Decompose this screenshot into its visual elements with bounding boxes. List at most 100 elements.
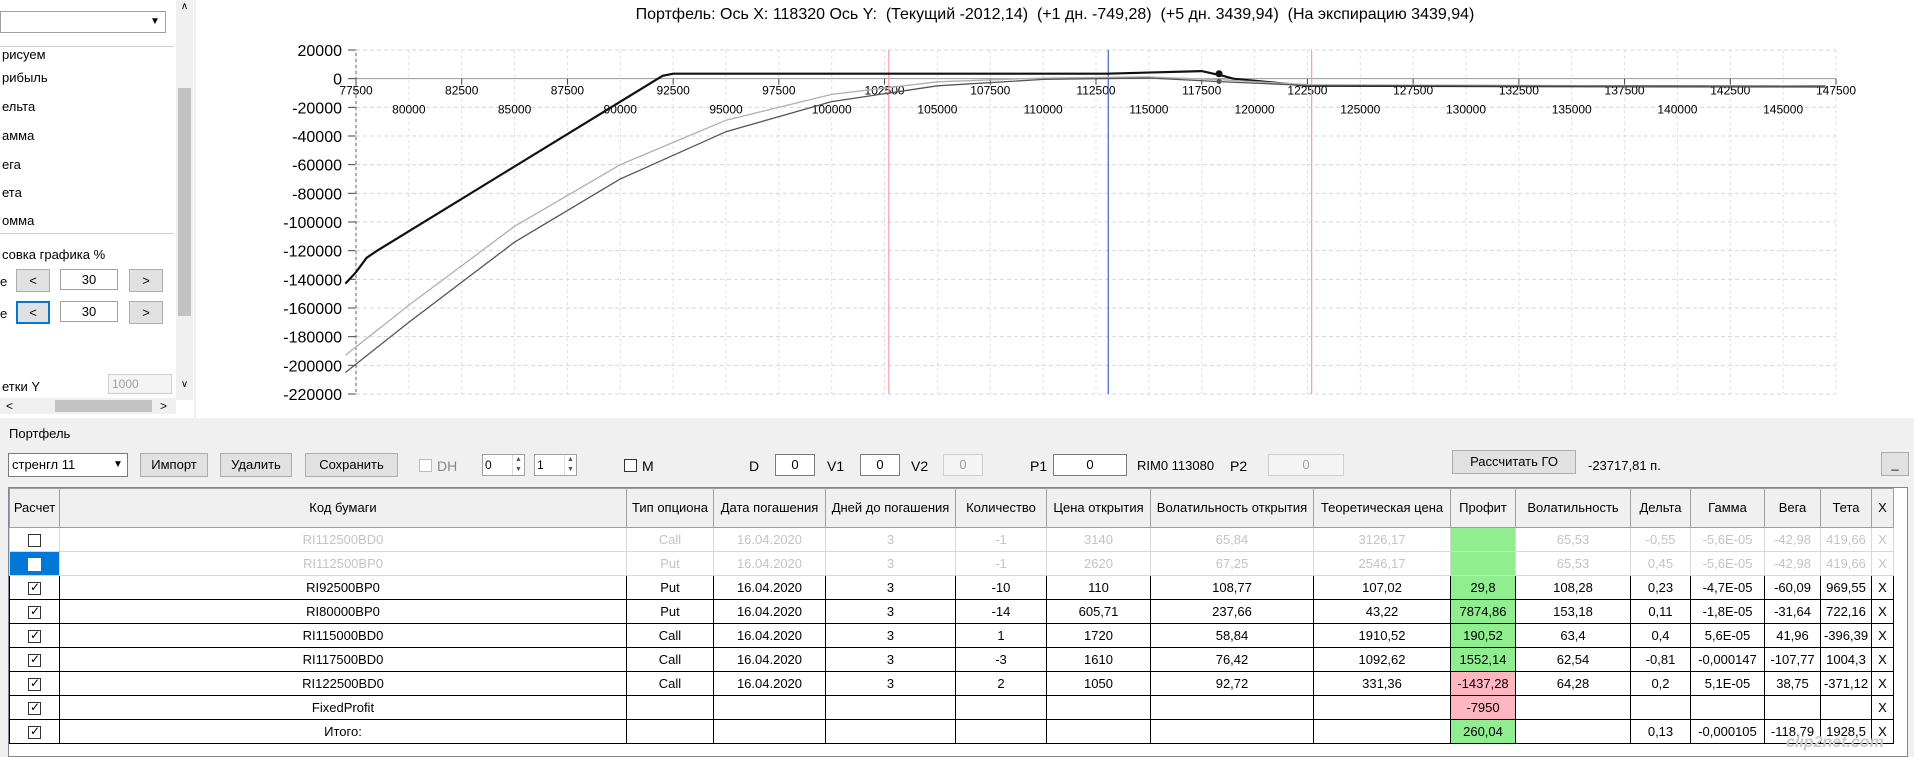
header-price[interactable]: Цена открытия [1046,488,1151,528]
table-row[interactable]: RI112500BP0 Put 16.04.2020 3 -1 2620 67,25 2546… [9,551,1894,576]
v2-label: V2 [911,458,929,474]
cell-calc[interactable] [9,623,60,648]
hscroll-thumb[interactable] [55,400,152,412]
table-row[interactable]: RI115000BD0Call16.04.202031172058,841910… [9,623,1894,648]
cell-remove[interactable]: X [1871,695,1894,720]
scale-row2-value[interactable]: 30 [60,301,118,322]
calc-checkbox[interactable] [28,580,41,596]
calc-checkbox[interactable] [28,724,41,740]
v2-input[interactable]: 0 [943,454,983,476]
cell-calc[interactable] [9,551,60,576]
cell-remove[interactable]: X [1871,671,1894,696]
chart-canvas[interactable]: 200000-20000-40000-60000-80000-100000-12… [196,0,1914,418]
import-button[interactable]: Импорт [140,453,208,477]
table-row[interactable]: RI80000BP0Put16.04.20203-14605,71237,664… [9,599,1894,624]
cell-calc[interactable] [9,671,60,696]
v1-input[interactable]: 0 [860,454,900,476]
series-item-draw[interactable]: рисуем [2,47,46,62]
cell-delta: 0,2 [1630,671,1691,696]
delete-button[interactable]: Удалить [220,453,292,477]
scroll-left-icon[interactable]: < [6,398,13,414]
header-vega[interactable]: Вега [1764,488,1821,528]
series-item-delta[interactable]: ельта [2,99,35,114]
calc-checkbox[interactable] [28,628,41,644]
horizontal-scrollbar[interactable]: < > [0,398,176,414]
cell-remove[interactable]: X [1871,575,1894,600]
table-row[interactable]: RI92500BP0Put16.04.20203-10110108,77107,… [9,575,1894,600]
header-theo[interactable]: Теоретическая цена [1313,488,1451,528]
cell-remove[interactable]: X [1871,623,1894,648]
scale-row2-decrease-button[interactable]: < [16,301,50,324]
cell-calc[interactable] [9,695,60,720]
dh-checkbox[interactable] [419,459,432,472]
scale-row1-decrease-button[interactable]: < [16,269,50,292]
cell-calc[interactable] [9,599,60,624]
calc-checkbox[interactable] [28,534,41,548]
cell-calc[interactable] [9,647,60,672]
header-x[interactable]: X [1871,488,1894,528]
cell-remove[interactable]: X [1871,599,1894,624]
spin-arrows-icon[interactable]: ▲ ▼ [512,455,524,475]
calculate-go-button[interactable]: Рассчитать ГО [1452,450,1576,474]
header-days[interactable]: Дней до погашения [825,488,956,528]
strategy-select[interactable]: стренгл 11 ▼ [8,453,128,477]
cell-type: Put [626,551,714,576]
header-vol[interactable]: Волатильность [1515,488,1631,528]
calc-checkbox[interactable] [28,558,41,572]
cell-date: 16.04.2020 [713,551,826,576]
p2-input[interactable]: 0 [1268,454,1344,476]
scale-row2-increase-button[interactable]: > [129,301,163,324]
cell-calc[interactable] [9,527,60,552]
header-code[interactable]: Код бумаги [59,488,627,528]
cell-calc[interactable] [9,719,60,744]
table-row[interactable]: RI122500BD0Call16.04.202032105092,72331,… [9,671,1894,696]
calc-checkbox[interactable] [28,676,41,692]
m-checkbox[interactable] [624,459,637,472]
calc-checkbox[interactable] [28,700,41,716]
cell-remove[interactable]: X [1871,551,1894,576]
spin-input-2-value: 1 [537,458,544,472]
table-row[interactable]: RI112500BD0 Call 16.04.2020 3 -1 3140 65,84 312… [9,527,1894,552]
scroll-up-icon[interactable]: ∧ [176,0,193,14]
header-type[interactable]: Тип опциона [626,488,714,528]
cell-calc[interactable] [9,575,60,600]
scroll-down-icon[interactable]: ∨ [176,378,193,392]
chart-mode-dropdown[interactable]: ▼ [0,11,166,33]
header-vol-open[interactable]: Волатильность открытия [1150,488,1314,528]
cell-type: Put [626,575,714,600]
table-row[interactable]: FixedProfit -7950 X [9,695,1894,720]
save-button[interactable]: Сохранить [305,453,398,477]
calc-checkbox[interactable] [28,652,41,668]
payoff-chart[interactable]: Портфель: Ось X: 118320 Ось Y: (Текущий … [196,0,1914,418]
d-input[interactable]: 0 [775,454,815,476]
header-delta[interactable]: Дельта [1630,488,1691,528]
header-theta[interactable]: Тета [1820,488,1872,528]
spin-input-2[interactable]: 1 ▲ ▼ [534,454,577,476]
scale-row1-increase-button[interactable]: > [129,269,163,292]
series-item-vega[interactable]: ега [2,157,21,172]
minimize-button[interactable]: _ [1881,452,1909,476]
calc-checkbox[interactable] [28,604,41,620]
cell-days: 3 [825,647,956,672]
header-calc[interactable]: Расчет [9,488,60,528]
y-spacing-input[interactable]: 1000 [108,374,172,394]
header-gamma[interactable]: Гамма [1690,488,1765,528]
p1-input[interactable]: 0 [1053,454,1127,476]
table-row[interactable]: Итого:260,040,13-0,000105-118,791928,5X [9,719,1894,744]
scroll-thumb[interactable] [178,88,191,316]
cell-remove[interactable]: X [1871,527,1894,552]
series-item-theta[interactable]: ета [2,185,22,200]
header-qty[interactable]: Количество [955,488,1047,528]
cell-remove[interactable]: X [1871,647,1894,672]
scale-row1-value[interactable]: 30 [60,269,118,290]
scroll-right-icon[interactable]: > [160,398,167,414]
series-item-vomma[interactable]: омма [2,213,34,228]
header-date[interactable]: Дата погашения [713,488,826,528]
spin-input-1[interactable]: 0 ▲ ▼ [482,454,525,476]
table-row[interactable]: RI117500BD0Call16.04.20203-3161076,42109… [9,647,1894,672]
vertical-scrollbar[interactable]: ∧ ∨ [176,0,193,400]
series-item-profit[interactable]: рибыль [2,70,48,85]
spin-arrows-icon[interactable]: ▲ ▼ [564,455,576,475]
header-profit[interactable]: Профит [1450,488,1516,528]
series-item-gamma[interactable]: амма [2,128,34,143]
